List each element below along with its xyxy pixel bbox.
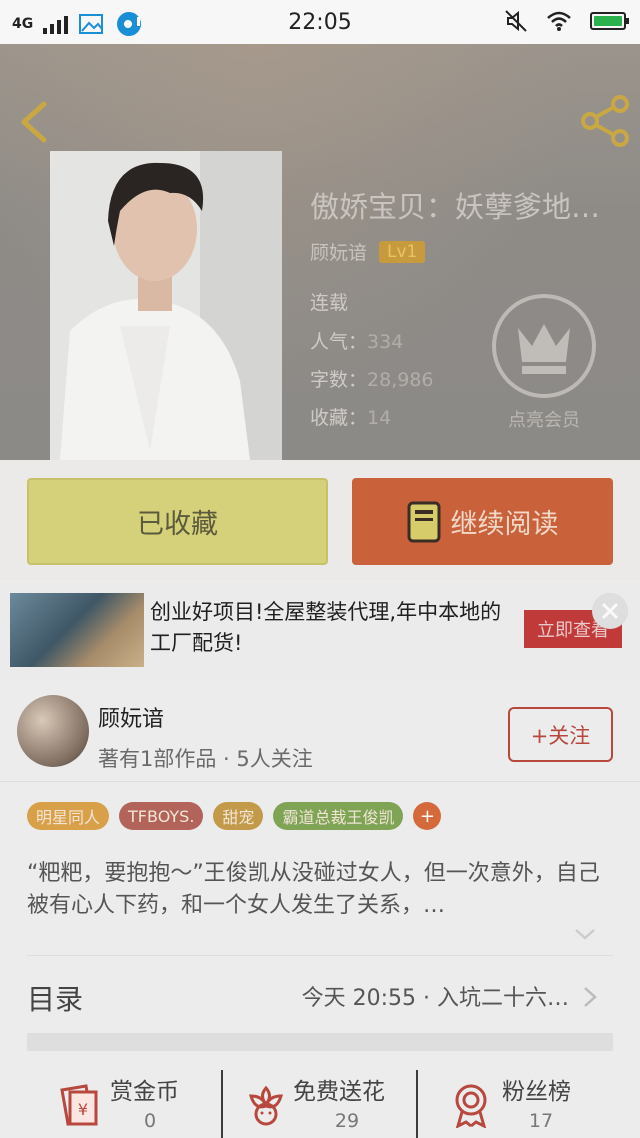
vip-label: 点亮会员	[508, 410, 580, 431]
free-flowers-value: 29	[334, 1110, 360, 1132]
word-count-label: 字数：	[310, 369, 368, 391]
toc-label: 目录	[27, 983, 84, 1016]
action-bar: 已收藏 继续阅读	[0, 460, 640, 580]
tag-item[interactable]: 明星同人	[27, 802, 110, 830]
free-flowers-label: 免费送花	[293, 1079, 385, 1105]
vip-button[interactable]	[492, 294, 596, 398]
wifi-icon	[547, 11, 571, 31]
fan-ranking-value: 17	[528, 1110, 554, 1132]
flower-icon	[249, 1085, 283, 1126]
tag-item[interactable]: 甜宠	[213, 802, 264, 830]
serial-status: 连载	[310, 288, 348, 315]
reward-coins-value: 0	[143, 1110, 157, 1132]
svg-text:¥: ¥	[78, 1100, 88, 1119]
book-header: 傲娇宝贝：妖孽爹地… 顾妧谙 Lv1 连载 人气：334 字数：28,986 收…	[0, 44, 640, 460]
author-stats: 著有1部作品 · 5人关注	[98, 747, 313, 771]
table-of-contents-row[interactable]: 目录 今天 20:55 · 入坑二十六…	[27, 955, 613, 1033]
reward-coins-button[interactable]: ¥ 赏金币 0	[0, 1060, 222, 1138]
favorites-row: 收藏：14	[310, 403, 391, 430]
word-count-value: 28,986	[367, 369, 434, 391]
tag-list: 明星同人 TFBOYS. 甜宠 霸道总裁王俊凯 +	[27, 802, 442, 830]
favorites-value: 14	[367, 407, 392, 429]
author-name-small[interactable]: 顾妧谙	[310, 238, 367, 265]
cover-image	[50, 151, 282, 460]
free-flowers-button[interactable]: 免费送花 29	[223, 1060, 417, 1138]
word-count-row: 字数：28,986	[310, 365, 434, 392]
more-tags-button[interactable]: +	[413, 802, 442, 830]
coin-envelope-icon: ¥	[60, 1084, 98, 1126]
bottom-stats-bar: ¥ 赏金币 0 免费送花 29 粉丝榜 17	[0, 1060, 640, 1138]
tag-item[interactable]: TFBOYS.	[119, 802, 204, 830]
section-divider	[27, 1033, 613, 1051]
book-cover[interactable]	[50, 151, 282, 460]
share-icon[interactable]	[578, 94, 632, 148]
medal-icon	[455, 1084, 487, 1128]
fan-ranking-label: 粉丝榜	[502, 1079, 571, 1105]
ad-thumbnail	[10, 593, 144, 667]
popularity-row: 人气：334	[310, 327, 403, 354]
level-badge: Lv1	[379, 240, 426, 263]
synopsis[interactable]: “粑粑，要抱抱～”王俊凯从没碰过女人，但一次意外，自己被有心人下药，和一个女人发…	[27, 858, 615, 926]
author-avatar[interactable]	[17, 695, 89, 767]
popularity-label: 人气：	[310, 331, 368, 353]
fan-ranking-button[interactable]: 粉丝榜 17	[418, 1060, 640, 1138]
status-bar: 4G 22:05	[0, 0, 640, 44]
continue-reading-button[interactable]: 继续阅读	[352, 478, 613, 565]
popularity-value: 334	[367, 331, 404, 353]
book-title: 傲娇宝贝：妖孽爹地…	[310, 190, 601, 224]
reward-coins-label: 赏金币	[110, 1079, 179, 1105]
latest-chapter: 今天 20:55 · 入坑二十六…	[301, 986, 569, 1011]
chevron-right-icon	[584, 987, 597, 1007]
author-card: 顾妧谙 著有1部作品 · 5人关注 +关注	[0, 679, 640, 782]
follow-button[interactable]: +关注	[508, 707, 613, 762]
ad-text: 创业好项目!全屋整装代理,年中本地的工厂配货!	[150, 600, 502, 655]
tag-item[interactable]: 霸道总裁王俊凯	[273, 802, 404, 830]
battery-icon	[590, 12, 629, 30]
favorited-button[interactable]: 已收藏	[27, 478, 328, 565]
status-text: 连载	[310, 292, 349, 314]
author-row: 顾妧谙 Lv1	[310, 238, 426, 265]
ad-banner[interactable]: 创业好项目!全屋整装代理,年中本地的工厂配货! 立即查看	[0, 583, 640, 679]
favorites-label: 收藏：	[310, 407, 368, 429]
continue-reading-label: 继续阅读	[450, 509, 559, 540]
status-bar-right	[504, 9, 629, 33]
author-name[interactable]: 顾妧谙	[98, 701, 164, 733]
favorited-label: 已收藏	[137, 509, 218, 540]
mute-icon	[505, 10, 527, 32]
back-arrow-icon[interactable]	[16, 98, 52, 146]
book-icon	[407, 501, 440, 542]
crown-icon	[518, 324, 570, 374]
chevron-down-icon[interactable]	[574, 928, 596, 940]
close-icon[interactable]	[592, 593, 628, 629]
